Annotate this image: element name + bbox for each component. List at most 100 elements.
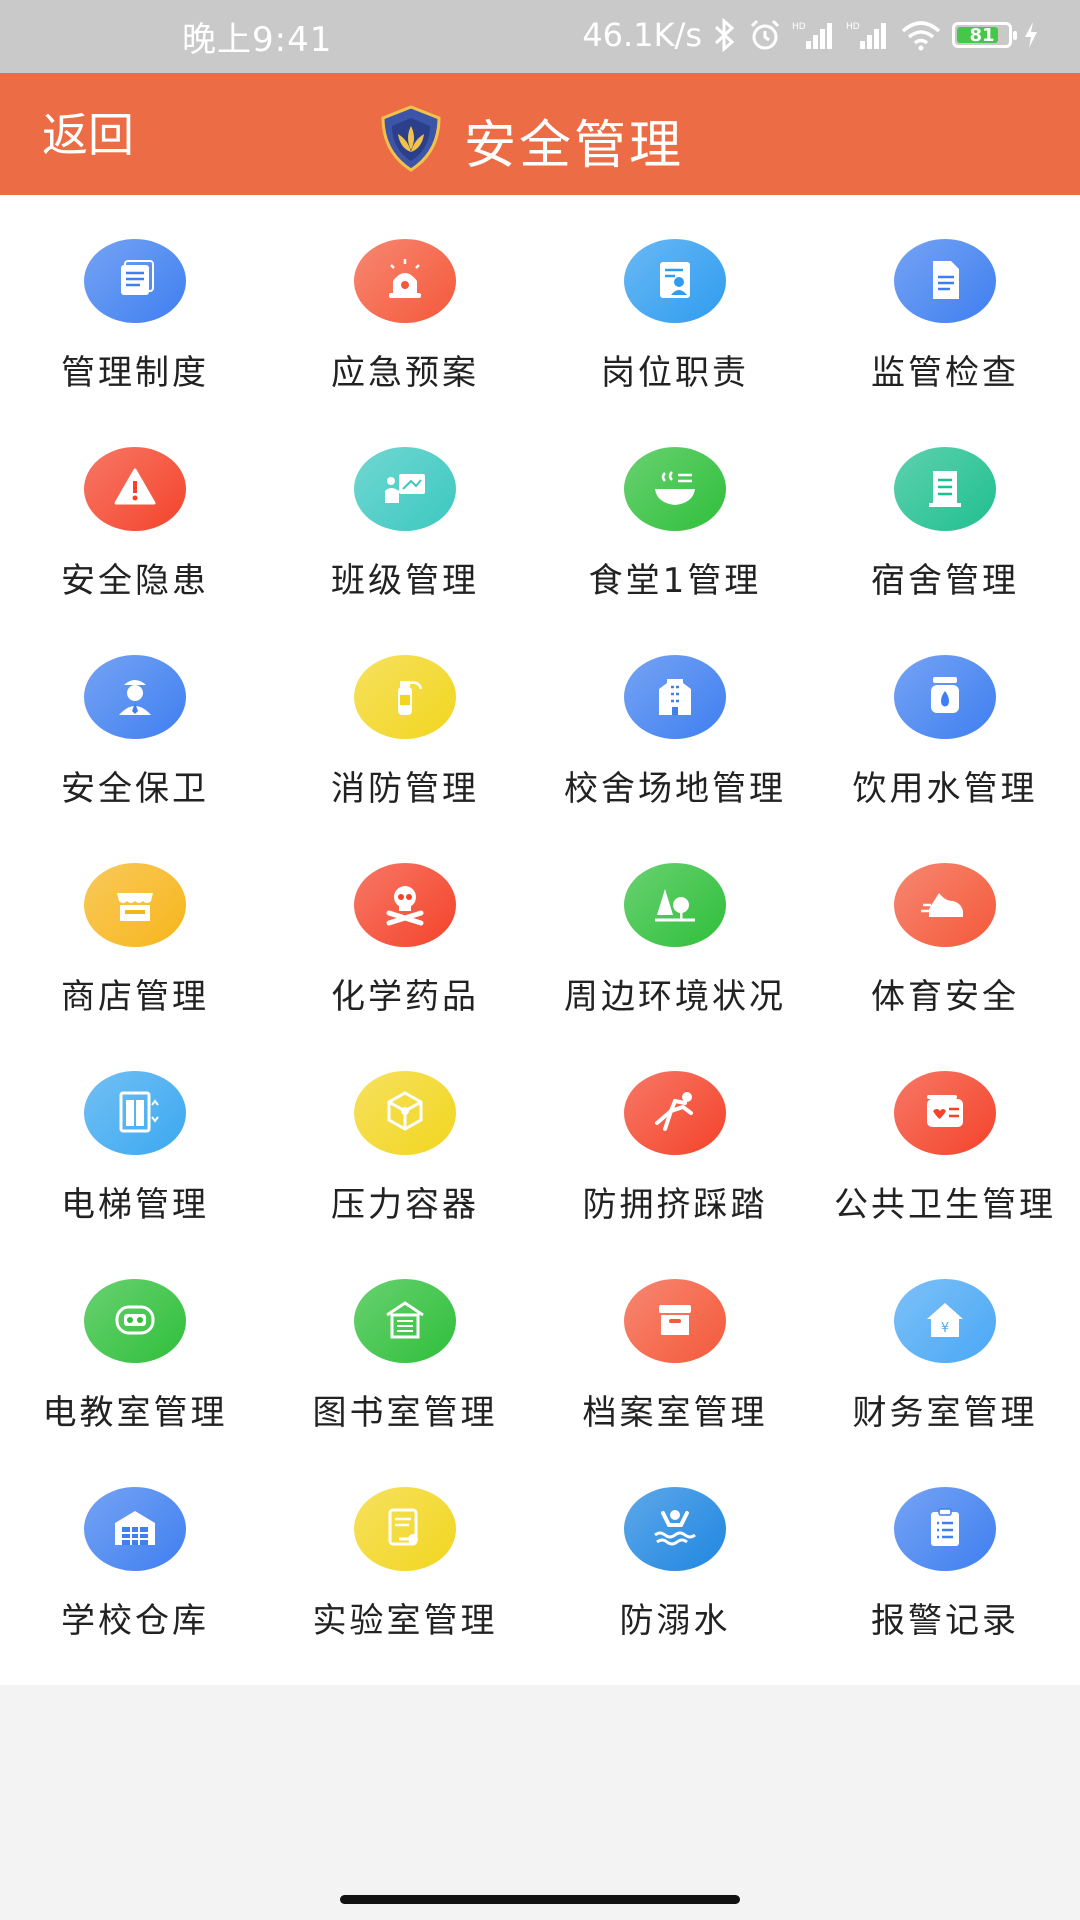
app-header: 返回 安全管理 xyxy=(0,73,1080,195)
shop-icon xyxy=(84,863,186,947)
grid-tile[interactable]: 食堂1管理 xyxy=(540,447,810,655)
grid-tile-label: 体育安全 xyxy=(871,977,1019,1017)
alarm-light-icon xyxy=(354,239,456,323)
grid-tile-label: 岗位职责 xyxy=(601,353,749,393)
checklist-icon xyxy=(894,239,996,323)
projector-icon xyxy=(84,1279,186,1363)
grid-tile-label: 档案室管理 xyxy=(582,1393,768,1433)
grid-tile[interactable]: 周边环境状况 xyxy=(540,863,810,1071)
grid-tile[interactable]: 宿舍管理 xyxy=(810,447,1080,655)
page-title: 安全管理 xyxy=(464,116,685,176)
grid-tile[interactable]: 电梯管理 xyxy=(0,1071,270,1279)
grid-tile-label: 商店管理 xyxy=(61,977,209,1017)
grid-tile[interactable]: 化学药品 xyxy=(270,863,540,1071)
charging-icon xyxy=(1022,20,1040,50)
grid-tile[interactable]: 班级管理 xyxy=(270,447,540,655)
grid-tile[interactable]: 安全隐患 xyxy=(0,447,270,655)
grid-tile[interactable]: 校舍场地管理 xyxy=(540,655,810,863)
grid-tile-label: 安全隐患 xyxy=(61,561,209,601)
svg-text:¥: ¥ xyxy=(941,1321,949,1336)
grid-tile[interactable]: 岗位职责 xyxy=(540,239,810,447)
wifi-icon xyxy=(900,19,942,51)
grid-tile-label: 报警记录 xyxy=(871,1601,1019,1641)
grid-tile[interactable]: 商店管理 xyxy=(0,863,270,1071)
drowning-icon xyxy=(624,1487,726,1571)
grid-tile[interactable]: 管理制度 xyxy=(0,239,270,447)
alarm-icon xyxy=(748,18,782,52)
status-indicators: 46.1K/s HD HD 81 xyxy=(582,10,1040,60)
grid-tile-label: 消防管理 xyxy=(331,769,479,809)
signal-hd-icon: HD xyxy=(792,19,836,51)
shield-logo-icon xyxy=(376,104,446,178)
svg-text:HD: HD xyxy=(792,22,806,32)
classroom-icon xyxy=(354,447,456,531)
grid-tile[interactable]: 电教室管理 xyxy=(0,1279,270,1487)
grid-tile-label: 财务室管理 xyxy=(852,1393,1038,1433)
grid-tile-label: 防拥挤踩踏 xyxy=(582,1185,768,1225)
status-bar: 晚上9:41 46.1K/s HD HD 81 xyxy=(0,0,1080,73)
grid-tile[interactable]: 档案室管理 xyxy=(540,1279,810,1487)
grid-tile-label: 学校仓库 xyxy=(61,1601,209,1641)
battery-level: 81 xyxy=(969,24,995,46)
skull-icon xyxy=(354,863,456,947)
battery-icon: 81 xyxy=(952,22,1017,48)
grid-tile-label: 应急预案 xyxy=(331,353,479,393)
security-guard-icon xyxy=(84,655,186,739)
elevator-icon xyxy=(84,1071,186,1155)
grid-tile[interactable]: 图书室管理 xyxy=(270,1279,540,1487)
grid-tile-label: 电梯管理 xyxy=(61,1185,209,1225)
function-grid: 管理制度 应急预案 岗位职责 监管检查安全隐患 班级管理 食堂1管理 宿舍管理安全保卫 消防管… xyxy=(0,239,1080,1695)
grid-tile[interactable]: 防溺水 xyxy=(540,1487,810,1695)
grid-tile-label: 化学药品 xyxy=(331,977,479,1017)
grid-tile[interactable]: 监管检查 xyxy=(810,239,1080,447)
person-falling-icon xyxy=(624,1071,726,1155)
grid-tile[interactable]: 安全保卫 xyxy=(0,655,270,863)
tree-icon xyxy=(624,863,726,947)
cube-icon xyxy=(354,1071,456,1155)
bluetooth-icon xyxy=(712,18,738,52)
grid-tile-label: 公共卫生管理 xyxy=(834,1185,1056,1225)
grid-tile[interactable]: 体育安全 xyxy=(810,863,1080,1071)
function-grid-panel: 管理制度 应急预案 岗位职责 监管检查安全隐患 班级管理 食堂1管理 宿舍管理安全保卫 消防管… xyxy=(0,195,1080,1685)
document-list-icon xyxy=(84,239,186,323)
grid-tile[interactable]: 公共卫生管理 xyxy=(810,1071,1080,1279)
grid-tile[interactable]: 学校仓库 xyxy=(0,1487,270,1695)
grid-tile-label: 图书室管理 xyxy=(312,1393,498,1433)
fire-extinguisher-icon xyxy=(354,655,456,739)
signal-hd-icon: HD xyxy=(846,19,890,51)
network-speed: 46.1K/s xyxy=(582,16,702,54)
building-icon xyxy=(624,655,726,739)
grid-tile-label: 防溺水 xyxy=(619,1601,731,1641)
grid-tile[interactable]: ¥ 财务室管理 xyxy=(810,1279,1080,1487)
warehouse-icon xyxy=(84,1487,186,1571)
grid-tile[interactable]: 防拥挤踩踏 xyxy=(540,1071,810,1279)
grid-tile-label: 压力容器 xyxy=(331,1185,479,1225)
finance-house-icon: ¥ xyxy=(894,1279,996,1363)
grid-tile-label: 班级管理 xyxy=(331,561,479,601)
grid-tile[interactable]: 应急预案 xyxy=(270,239,540,447)
bowl-icon xyxy=(624,447,726,531)
home-indicator[interactable] xyxy=(340,1895,740,1904)
lab-report-icon xyxy=(354,1487,456,1571)
grid-tile-label: 监管检查 xyxy=(871,353,1019,393)
warning-icon xyxy=(84,447,186,531)
library-icon xyxy=(354,1279,456,1363)
clipboard-icon xyxy=(894,1487,996,1571)
grid-tile-label: 安全保卫 xyxy=(61,769,209,809)
grid-tile-label: 饮用水管理 xyxy=(852,769,1038,809)
grid-tile-label: 管理制度 xyxy=(61,353,209,393)
grid-tile-label: 校舍场地管理 xyxy=(564,769,786,809)
back-button[interactable]: 返回 xyxy=(42,99,134,165)
grid-tile-label: 食堂1管理 xyxy=(588,561,762,601)
header-title-group: 安全管理 xyxy=(376,103,684,178)
id-card-icon xyxy=(624,239,726,323)
dormitory-icon xyxy=(894,447,996,531)
grid-tile[interactable]: 消防管理 xyxy=(270,655,540,863)
svg-text:HD: HD xyxy=(846,22,860,32)
grid-tile[interactable]: 实验室管理 xyxy=(270,1487,540,1695)
grid-tile[interactable]: 饮用水管理 xyxy=(810,655,1080,863)
grid-tile[interactable]: 报警记录 xyxy=(810,1487,1080,1695)
sneaker-icon xyxy=(894,863,996,947)
health-card-icon xyxy=(894,1071,996,1155)
grid-tile[interactable]: 压力容器 xyxy=(270,1071,540,1279)
